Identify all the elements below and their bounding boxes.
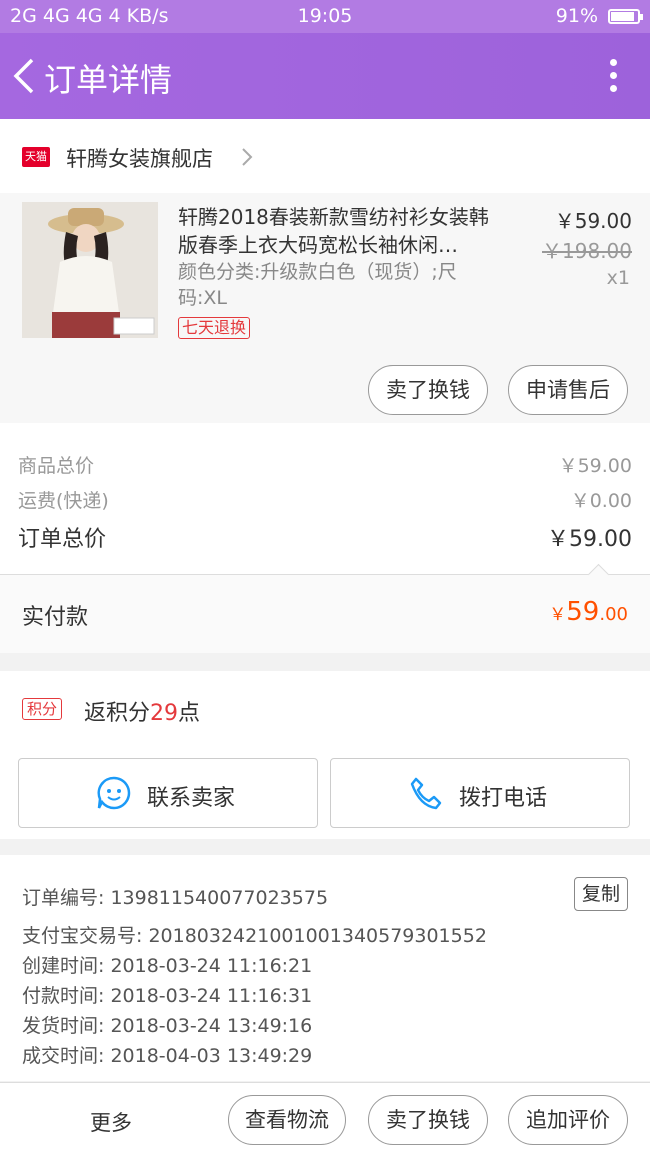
created-time: 创建时间: 2018-03-24 11:16:21 (22, 955, 313, 977)
shipping-value: ￥0.00 (570, 490, 632, 512)
shipping-row: 运费(快递) ￥0.00 (18, 486, 632, 513)
goods-total-value: ￥59.00 (558, 455, 632, 477)
paid-currency: ￥ (549, 605, 567, 625)
tmall-logo: 天猫 (22, 147, 50, 167)
points-prefix: 返积分 (84, 701, 151, 726)
paid-label: 实付款 (22, 605, 89, 630)
order-info: 订单编号: 139811540077023575 复制 支付宝交易号: 2018… (0, 855, 650, 1081)
paid-amount-row: 实付款 ￥59.00 (0, 563, 650, 653)
order-total-label: 订单总价 (18, 527, 107, 552)
goods-total-row: 商品总价 ￥59.00 (18, 451, 632, 478)
shop-name: 轩腾女装旗舰店 (66, 147, 213, 171)
product-card[interactable]: 轩腾2018春装新款雪纺衬衫女装韩版春季上衣大码宽松长袖休闲… 颜色分类:升级款… (0, 193, 650, 423)
phone-icon (410, 777, 442, 810)
call-label: 拨打电话 (459, 786, 548, 811)
review-button[interactable]: 追加评价 (508, 1095, 628, 1145)
bottom-sell-button[interactable]: 卖了换钱 (368, 1095, 488, 1145)
copy-button[interactable]: 复制 (574, 877, 628, 911)
order-total-row: 订单总价 ￥59.00 (18, 521, 632, 553)
paid-amount: ￥59.00 (549, 597, 628, 627)
more-options-icon[interactable] (608, 59, 618, 95)
points-tag: 积分 (22, 698, 63, 720)
status-time: 19:05 (297, 5, 353, 27)
shipped-time: 发货时间: 2018-03-24 13:49:16 (22, 1015, 313, 1037)
battery-percent: 91% (555, 5, 598, 27)
order-total-value: ￥59.00 (547, 527, 632, 552)
shop-row[interactable]: 天猫 轩腾女装旗舰店 (0, 119, 650, 193)
alipay-number: 支付宝交易号: 2018032421001001340579301552 (22, 925, 487, 947)
product-price: ￥59.00 (554, 209, 632, 233)
chevron-right-icon (242, 148, 253, 166)
points-text: 返积分29点 (84, 695, 200, 727)
return-policy-tag: 七天退换 (178, 317, 251, 339)
more-button[interactable]: 更多 (90, 1107, 132, 1137)
contact-seller-label: 联系卖家 (147, 786, 236, 811)
product-spec: 颜色分类:升级款白色（现货）;尺码:XL (178, 261, 457, 309)
price-summary: 商品总价 ￥59.00 运费(快递) ￥0.00 订单总价 ￥59.00 (0, 423, 650, 575)
status-bar: 2G 4G 4G 4 KB/s 19:05 91% (0, 0, 650, 33)
product-title[interactable]: 轩腾2018春装新款雪纺衬衫女装韩版春季上衣大码宽松长袖休闲… (178, 203, 498, 259)
logistics-button[interactable]: 查看物流 (228, 1095, 346, 1145)
contact-seller-button[interactable]: 联系卖家 (18, 758, 318, 828)
contact-section: 联系卖家 拨打电话 (0, 747, 650, 839)
points-row: 积分 返积分29点 (0, 671, 650, 748)
paid-decimal: .00 (599, 604, 628, 625)
after-sale-button[interactable]: 申请售后 (508, 365, 628, 415)
battery-icon (608, 9, 643, 24)
goods-total-label: 商品总价 (18, 455, 95, 477)
chat-icon (97, 776, 131, 810)
paid-time: 付款时间: 2018-03-24 11:16:31 (22, 985, 313, 1007)
order-number: 订单编号: 139811540077023575 (22, 887, 329, 909)
paid-integer: 59 (566, 597, 600, 627)
product-image[interactable] (22, 202, 158, 338)
completed-time: 成交时间: 2018-04-03 13:49:29 (22, 1045, 313, 1067)
sell-button[interactable]: 卖了换钱 (368, 365, 488, 415)
product-quantity: x1 (606, 267, 630, 289)
points-value: 29 (150, 701, 179, 726)
header-bar: 订单详情 (0, 33, 650, 119)
bottom-action-bar: 更多 查看物流 卖了换钱 追加评价 (0, 1082, 650, 1156)
call-button[interactable]: 拨打电话 (330, 758, 630, 828)
shipping-label: 运费(快递) (18, 490, 109, 512)
original-price: ￥198.00 (542, 239, 632, 263)
back-icon[interactable] (12, 57, 36, 95)
points-suffix: 点 (178, 701, 201, 726)
page-title: 订单详情 (44, 61, 173, 99)
